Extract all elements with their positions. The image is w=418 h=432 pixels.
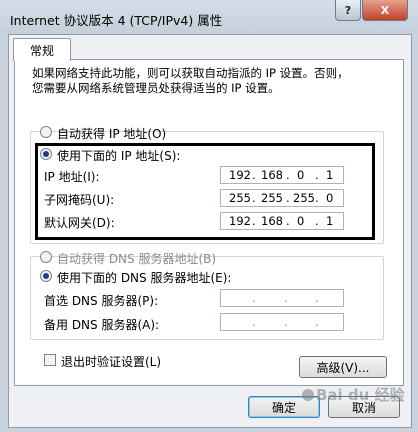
auto-ip-radio[interactable] [40, 126, 52, 138]
manual-dns-radio[interactable] [40, 270, 52, 282]
validate-on-exit-label[interactable]: 退出时验证设置(L) [61, 353, 161, 370]
title-bar: Internet 协议版本 4 (TCP/IPv4) 属性 ? X [0, 0, 418, 34]
description-line-2: 您需要从网络系统管理员处获得适当的 IP 设置。 [32, 81, 280, 95]
paw-icon [302, 389, 314, 401]
tab-general[interactable]: 常规 [13, 38, 71, 61]
close-icon: X [380, 3, 390, 17]
auto-dns-radio[interactable] [40, 251, 52, 263]
manual-dns-label[interactable]: 使用下面的 DNS 服务器地址(E): [57, 269, 231, 286]
auto-ip-label[interactable]: 自动获得 IP 地址(O) [57, 125, 166, 142]
alternate-dns-label: 备用 DNS 服务器(A): [44, 318, 160, 332]
description-line-1: 如果网络支持此功能，则可以获取自动指派的 IP 设置。否则， [32, 66, 349, 80]
advanced-button[interactable]: 高级(V)... [299, 356, 387, 378]
auto-dns-label[interactable]: 自动获得 DNS 服务器地址(B) [57, 250, 216, 267]
preferred-dns-label: 首选 DNS 服务器(P): [44, 294, 159, 308]
watermark-logo: Bai du 经验 [300, 384, 405, 405]
highlight-box [35, 143, 375, 240]
help-icon: ? [344, 3, 352, 17]
help-button[interactable]: ? [335, 0, 361, 21]
close-button[interactable]: X [362, 0, 408, 21]
description-text: 如果网络支持此功能，则可以获取自动指派的 IP 设置。否则， 您需要从网络系统管… [32, 66, 382, 96]
preferred-dns-input[interactable]: . . . [220, 289, 344, 307]
window-title: Internet 协议版本 4 (TCP/IPv4) 属性 [10, 13, 223, 28]
alternate-dns-input[interactable]: . . . [220, 313, 344, 331]
validate-on-exit-checkbox[interactable] [44, 354, 56, 366]
